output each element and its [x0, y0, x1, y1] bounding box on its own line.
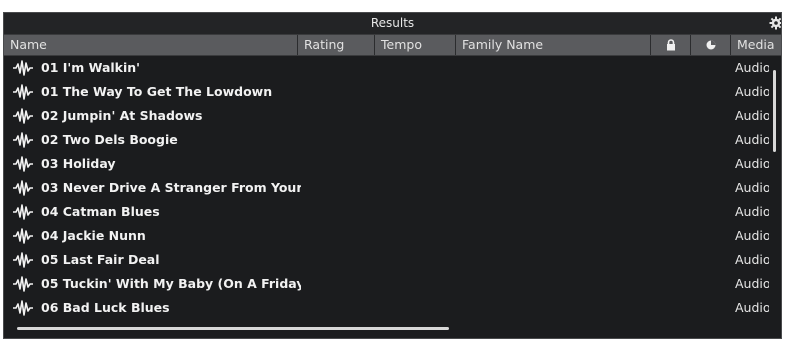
row-name: 05 Tuckin' With My Baby (On A Friday: [41, 276, 301, 291]
results-list: 01 I'm Walkin' Audio 01 The Way To Get The…: [4, 56, 769, 324]
table-row[interactable]: 04 Jackie Nunn Audio: [4, 224, 769, 248]
vertical-scroll-thumb[interactable]: [773, 70, 776, 152]
table-row[interactable]: 01 The Way To Get The Lowdown Audio: [4, 80, 769, 104]
row-media: Audio: [735, 276, 769, 291]
table-row[interactable]: 02 Jumpin' At Shadows Audio: [4, 104, 769, 128]
column-header-family-name[interactable]: Family Name: [456, 35, 651, 55]
panel-title: Results: [370, 16, 415, 30]
audio-waveform-icon: [13, 204, 33, 220]
column-header-media[interactable]: Media: [731, 35, 781, 55]
column-header-status[interactable]: [691, 35, 731, 55]
table-row[interactable]: 03 Holiday Audio: [4, 152, 769, 176]
row-media: Audio: [735, 180, 769, 195]
pie-chart-icon: [706, 40, 715, 50]
row-media: Audio: [735, 156, 769, 171]
gear-icon[interactable]: [769, 16, 781, 30]
table-row[interactable]: 02 Two Dels Boogie Audio: [4, 128, 769, 152]
horizontal-scroll-thumb[interactable]: [17, 327, 449, 330]
lock-icon: [666, 39, 675, 51]
row-media: Audio: [735, 108, 769, 123]
row-media: Audio: [735, 60, 769, 75]
horizontal-scrollbar[interactable]: [4, 324, 769, 334]
row-name: 05 Last Fair Deal: [41, 252, 160, 267]
row-name: 04 Catman Blues: [41, 204, 160, 219]
row-name: 04 Jackie Nunn: [41, 228, 146, 243]
table-row[interactable]: 03 Never Drive A Stranger From Your Audio: [4, 176, 769, 200]
row-name: 01 The Way To Get The Lowdown: [41, 84, 273, 99]
table-row[interactable]: 05 Last Fair Deal Audio: [4, 248, 769, 272]
column-header-row: Name Rating Tempo Family Name Media: [4, 35, 781, 56]
column-header-name[interactable]: Name: [4, 35, 298, 55]
audio-waveform-icon: [13, 276, 33, 292]
column-header-tempo[interactable]: Tempo: [375, 35, 456, 55]
row-media: Audio: [735, 132, 769, 147]
row-name: 03 Never Drive A Stranger From Your: [41, 180, 301, 195]
column-header-lock[interactable]: [651, 35, 691, 55]
audio-waveform-icon: [13, 252, 33, 268]
row-media: Audio: [735, 204, 769, 219]
audio-waveform-icon: [13, 108, 33, 124]
row-media: Audio: [735, 252, 769, 267]
column-header-rating[interactable]: Rating: [298, 35, 375, 55]
results-titlebar: Results: [4, 13, 781, 35]
row-name: 02 Two Dels Boogie: [41, 132, 178, 147]
row-media: Audio: [735, 84, 769, 99]
audio-waveform-icon: [13, 180, 33, 196]
vertical-scrollbar[interactable]: [770, 56, 779, 326]
results-panel: Results Name Rating Tempo Family Name Me…: [3, 12, 782, 339]
row-name: 03 Holiday: [41, 156, 116, 171]
table-row[interactable]: 01 I'm Walkin' Audio: [4, 56, 769, 80]
audio-waveform-icon: [13, 228, 33, 244]
audio-waveform-icon: [13, 132, 33, 148]
row-media: Audio: [735, 228, 769, 243]
table-row[interactable]: 04 Catman Blues Audio: [4, 200, 769, 224]
row-name: 01 I'm Walkin': [41, 60, 140, 75]
audio-waveform-icon: [13, 84, 33, 100]
row-media: Audio: [735, 300, 769, 315]
row-name: 02 Jumpin' At Shadows: [41, 108, 203, 123]
row-name: 06 Bad Luck Blues: [41, 300, 170, 315]
table-row[interactable]: 05 Tuckin' With My Baby (On A Friday Audi…: [4, 272, 769, 296]
audio-waveform-icon: [13, 300, 33, 316]
table-row[interactable]: 06 Bad Luck Blues Audio: [4, 296, 769, 320]
audio-waveform-icon: [13, 156, 33, 172]
audio-waveform-icon: [13, 60, 33, 76]
